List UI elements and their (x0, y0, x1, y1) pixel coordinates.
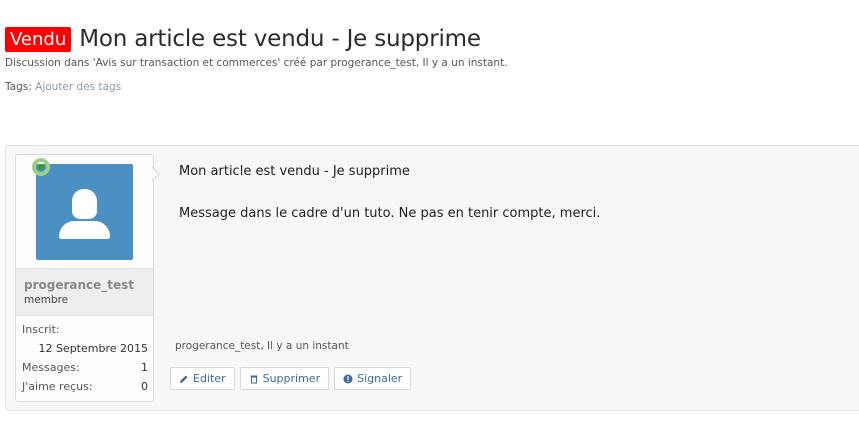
thread-title-row: Vendu Mon article est vendu - Je supprim… (5, 25, 481, 53)
stat-value[interactable]: 1 (141, 361, 148, 374)
user-info-panel: progerance_test membre Inscrit: 12 Septe… (15, 154, 154, 402)
stat-label: Inscrit: (22, 323, 60, 336)
warning-icon (343, 374, 353, 383)
add-tags-link[interactable]: Ajouter des tags (35, 81, 121, 93)
speech-arrow-inner (151, 167, 158, 181)
thread-prefix-badge[interactable]: Vendu (5, 26, 72, 52)
thread-title: Mon article est vendu - Je supprime (79, 26, 481, 52)
stat-row-joined: Inscrit: (22, 323, 148, 342)
tags-row: Tags: Ajouter des tags (5, 81, 121, 93)
stat-row-joined-date: 12 Septembre 2015 (22, 342, 148, 361)
tags-label: Tags: (5, 81, 32, 93)
stat-value: 12 Septembre 2015 (38, 342, 148, 355)
message-title: Mon article est vendu - Je supprime (179, 164, 410, 179)
post-container: progerance_test membre Inscrit: 12 Septe… (5, 145, 859, 411)
user-stats: Inscrit: 12 Septembre 2015 Messages: 1 J… (22, 323, 148, 399)
delete-button[interactable]: Supprimer (239, 367, 330, 390)
delete-button-label: Supprimer (262, 372, 321, 385)
avatar-icon (72, 189, 97, 219)
username-box: progerance_test membre (16, 268, 153, 316)
post-actions: Editer Supprimer Signaler (170, 367, 412, 390)
stat-row-likes: J'aime reçus: 0 (22, 380, 148, 399)
trash-icon (250, 375, 258, 383)
stat-value: 0 (141, 380, 148, 393)
report-button-label: Signaler (357, 372, 403, 385)
stat-row-messages: Messages: 1 (22, 361, 148, 380)
edit-button[interactable]: Editer (170, 367, 235, 390)
stat-label: Messages: (22, 361, 80, 374)
avatar-body-shape (59, 221, 110, 239)
username-link[interactable]: progerance_test (24, 278, 134, 292)
avatar[interactable] (36, 164, 133, 260)
stat-label: J'aime reçus: (22, 380, 93, 393)
thread-meta: Discussion dans 'Avis sur transaction et… (5, 57, 508, 69)
message-body: Message dans le cadre d'un tuto. Ne pas … (179, 206, 601, 221)
online-dot (38, 164, 44, 170)
edit-button-label: Editer (193, 372, 226, 385)
pencil-icon (180, 375, 188, 383)
user-title: membre (24, 294, 69, 306)
report-button[interactable]: Signaler (334, 367, 412, 390)
message-info[interactable]: progerance_test, Il y a un instant (175, 340, 349, 352)
